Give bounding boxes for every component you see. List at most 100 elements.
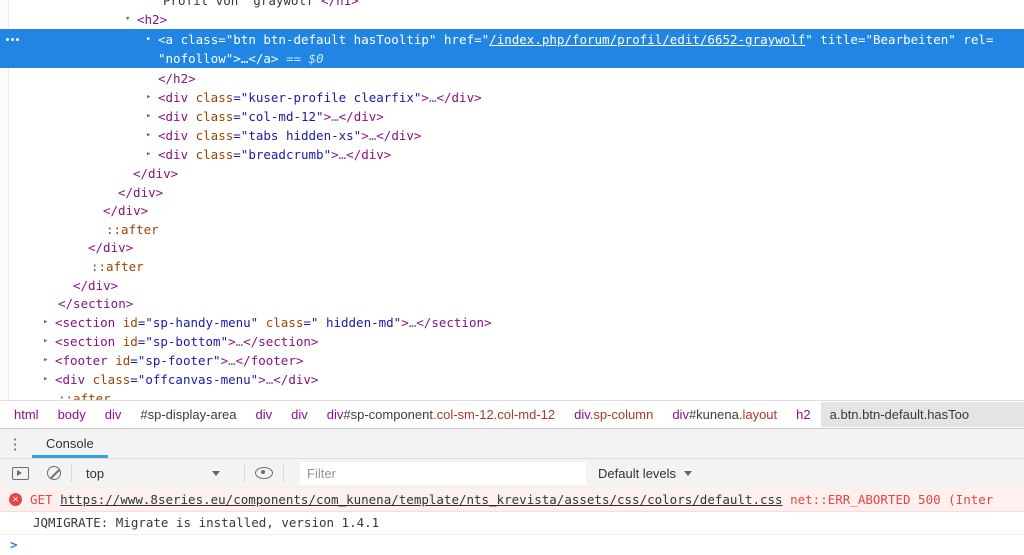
dom-tree-line[interactable]: </h2>: [0, 69, 1024, 88]
dom-tree-line[interactable]: </div>: [0, 201, 1024, 220]
dom-tree-line[interactable]: </section>: [0, 294, 1024, 313]
dom-tree-line[interactable]: ▸<section id="sp-bottom">…</section>: [0, 332, 1024, 351]
clear-console-icon[interactable]: [47, 466, 61, 480]
execution-context-dropdown[interactable]: top: [86, 466, 234, 481]
breadcrumb-item-selected[interactable]: a.btn.btn-default.hasToo: [821, 402, 1024, 427]
crumb-part-cls: .col-sm-12.col-md-12: [433, 407, 555, 422]
dom-tree-line[interactable]: "nofollow">…</a> == $0: [0, 49, 1024, 68]
crumb-part-cls: .layout: [739, 407, 777, 422]
breadcrumb: html body div #sp-display-area div div div#sp-…: [0, 400, 1024, 428]
dom-node-text: ::after: [106, 220, 159, 239]
attribute-href-link[interactable]: /index.php/forum/profil/edit/6652-graywo…: [489, 32, 805, 47]
syntax-tag: </div>: [376, 128, 421, 143]
breadcrumb-item[interactable]: body: [58, 407, 86, 422]
error-icon: ✕: [9, 493, 22, 506]
dom-tree-line[interactable]: ▸<a class="btn btn-default hasTooltip" h…: [0, 30, 1024, 49]
chevron-down-icon: [212, 471, 220, 476]
syntax-tag: <section: [55, 334, 115, 349]
dom-tree-line[interactable]: ▸<div class="offcanvas-menu">…</div>: [0, 370, 1024, 389]
dom-node-text: <div class="breadcrumb">…</div>: [158, 145, 391, 164]
execution-context-label: top: [86, 466, 104, 481]
expand-arrow-icon[interactable]: ▸: [146, 30, 158, 49]
error-method: GET: [30, 492, 60, 507]
syntax-attr: id: [115, 334, 138, 349]
breadcrumb-item[interactable]: div: [105, 407, 122, 422]
console-message-log: JQMIGRATE: Migrate is installed, version…: [0, 512, 1024, 535]
syntax-tag: </section>: [416, 315, 491, 330]
expand-arrow-icon[interactable]: ▸: [43, 332, 55, 351]
syntax-tag: </section>: [58, 296, 133, 311]
dom-tree-line[interactable]: ▸<footer id="sp-footer">…</footer>: [0, 351, 1024, 370]
syntax-tag: >: [401, 315, 409, 330]
dom-tree-line[interactable]: ::after: [0, 257, 1024, 276]
tab-console-label: Console: [46, 436, 94, 451]
syntax-tag: <div: [158, 147, 188, 162]
crumb-part-id: #sp-display-area: [140, 407, 236, 422]
breadcrumb-item[interactable]: div: [256, 407, 273, 422]
log-levels-dropdown[interactable]: Default levels: [598, 466, 692, 481]
dom-tree-line[interactable]: Profil von "graywolf"</h1>: [0, 0, 1024, 10]
tab-console[interactable]: Console: [32, 429, 108, 458]
syntax-attr: id: [108, 353, 131, 368]
syntax-attr: class: [188, 109, 233, 124]
log-levels-label: Default levels: [598, 466, 676, 481]
dom-node-text: <div class="tabs hidden-xs">…</div>: [158, 126, 421, 145]
toolbar-separator: [283, 464, 284, 482]
dom-tree-line[interactable]: ▸<div class="kuser-profile clearfix">…</…: [0, 88, 1024, 107]
console-prompt[interactable]: >: [0, 535, 1024, 555]
syntax-tag: <h2>: [137, 12, 167, 27]
dom-node-text: <div class="offcanvas-menu">…</div>: [55, 370, 318, 389]
dom-tree-line[interactable]: ▸<div class="tabs hidden-xs">…</div>: [0, 126, 1024, 145]
syntax-tag: </footer>: [236, 353, 304, 368]
dom-tree-line[interactable]: </div>: [0, 238, 1024, 257]
dom-tree-line[interactable]: ▸<section id="sp-handy-menu" class=" hid…: [0, 313, 1024, 332]
error-url-link[interactable]: https://www.8series.eu/components/com_ku…: [60, 492, 782, 507]
crumb-part-tag: h2: [796, 407, 810, 422]
drawer-tabbar: ⋮ Console: [0, 429, 1024, 458]
expand-arrow-icon[interactable]: ▸: [43, 370, 55, 389]
expand-arrow-icon[interactable]: ▸: [146, 145, 158, 164]
dom-node-text: <a class="btn btn-default hasTooltip" hr…: [158, 30, 993, 49]
syntax-value: ="col-md-12": [233, 109, 323, 124]
expand-arrow-icon[interactable]: ▸: [146, 107, 158, 126]
console-sidebar-toggle-icon[interactable]: [12, 467, 29, 480]
syntax-tag: >: [258, 372, 266, 387]
dom-tree-line[interactable]: ▸<div class="breadcrumb">…</div>: [0, 145, 1024, 164]
crumb-part-tag: body: [58, 407, 86, 422]
breadcrumb-item[interactable]: div: [291, 407, 308, 422]
syntax-value: ": [805, 32, 813, 47]
dom-tree-line[interactable]: ▾<h2>: [0, 10, 1024, 29]
dom-tree-line[interactable]: </div>: [0, 276, 1024, 295]
prompt-chevron-icon: >: [10, 537, 18, 552]
dom-node-text: <div class="col-md-12">…</div>: [158, 107, 384, 126]
expand-arrow-icon[interactable]: ▸: [146, 126, 158, 145]
expand-arrow-icon[interactable]: ▸: [43, 313, 55, 332]
dom-tree-line[interactable]: </div>: [0, 183, 1024, 202]
syntax-attr: class: [173, 32, 218, 47]
toolbar-separator: [71, 464, 72, 482]
dom-tree-line[interactable]: ▸<div class="col-md-12">…</div>: [0, 107, 1024, 126]
filter-input[interactable]: [300, 462, 586, 485]
kebab-menu-icon[interactable]: ⋮: [0, 435, 30, 453]
dom-tree-line[interactable]: ::after: [0, 389, 1024, 400]
breadcrumb-item[interactable]: #sp-display-area: [140, 407, 236, 422]
breadcrumb-item[interactable]: div#kunena.layout: [672, 407, 777, 422]
breadcrumb-item[interactable]: h2: [796, 407, 810, 422]
dom-tree-line[interactable]: </div>: [0, 164, 1024, 183]
syntax-ellipsis: …: [228, 353, 236, 368]
log-message-text: JQMIGRATE: Migrate is installed, version…: [33, 515, 379, 530]
breadcrumb-item[interactable]: html: [14, 407, 39, 422]
syntax-value: ="offcanvas-menu": [130, 372, 258, 387]
breadcrumb-item[interactable]: div.sp-column: [574, 407, 653, 422]
live-expression-eye-icon[interactable]: [255, 467, 273, 479]
collapse-arrow-icon[interactable]: ▾: [125, 10, 137, 29]
breadcrumb-item[interactable]: div#sp-component.col-sm-12.col-md-12: [327, 407, 555, 422]
expand-arrow-icon[interactable]: ▸: [146, 88, 158, 107]
dom-tree-line[interactable]: ::after: [0, 220, 1024, 239]
dom-node-text: </div>: [88, 238, 133, 257]
expand-arrow-icon[interactable]: ▸: [43, 351, 55, 370]
syntax-pseudo: ::after: [106, 222, 159, 237]
dom-node-text: <h2>: [137, 10, 167, 29]
crumb-part-tag: div: [574, 407, 590, 422]
syntax-tag: <footer: [55, 353, 108, 368]
